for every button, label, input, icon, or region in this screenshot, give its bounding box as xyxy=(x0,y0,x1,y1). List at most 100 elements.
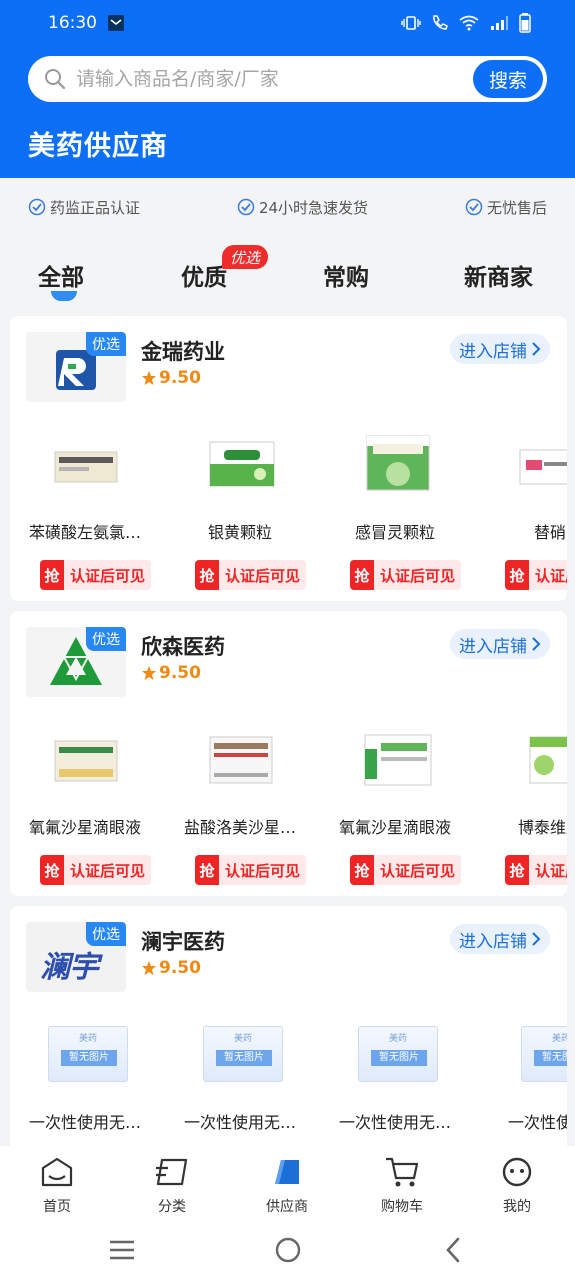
nav-cart[interactable]: 购物车 xyxy=(362,1154,442,1216)
call-icon xyxy=(433,15,448,30)
product-name: 氧氟沙星滴眼液 xyxy=(28,818,141,837)
price-hidden-label: 认证后可见 xyxy=(529,855,567,885)
store-name: 欣森医药 xyxy=(141,635,225,659)
nav-label: 我的 xyxy=(503,1199,531,1215)
star-icon xyxy=(142,371,156,385)
price-gate: 抢 认证后可见 xyxy=(505,855,567,885)
vibrate-icon xyxy=(401,16,421,30)
page-title: 美药供应商 xyxy=(28,131,168,162)
chevron-right-icon xyxy=(532,342,541,356)
grab-tag: 抢 xyxy=(505,560,529,590)
grab-tag: 抢 xyxy=(350,855,374,885)
placeholder-text: 暂无图片 xyxy=(61,1050,117,1066)
battery-icon xyxy=(519,13,531,33)
product-item[interactable]: 美药 暂无图片 一次性使用无… xyxy=(165,1006,315,1146)
placeholder-brand: 美药 xyxy=(78,1034,97,1044)
product-item[interactable]: 苯磺酸左氨氯… 抢 认证后可见 xyxy=(10,416,160,596)
product-item[interactable]: 氧氟沙星滴眼液 抢 认证后可见 xyxy=(320,711,470,891)
store-name: 金瑞药业 xyxy=(141,340,225,364)
tab-quality[interactable]: 优质 xyxy=(181,258,227,292)
product-image xyxy=(529,736,567,784)
nav-home[interactable]: 首页 xyxy=(17,1154,97,1216)
no-image-placeholder: 美药 暂无图片 xyxy=(358,1026,438,1082)
product-image xyxy=(54,740,118,782)
product-item[interactable]: 博泰维康 抢 认证后可见 xyxy=(475,711,567,891)
enter-store-label: 进入店铺 xyxy=(459,341,527,362)
grab-tag: 抢 xyxy=(195,855,219,885)
product-item[interactable]: 美药 暂无图片 一次性使用无… xyxy=(320,1006,470,1146)
guarantee-label: 药监正品认证 xyxy=(50,198,141,217)
no-image-placeholder: 美药 暂无图片 xyxy=(521,1026,567,1082)
grab-tag: 抢 xyxy=(40,855,64,885)
check-shield-icon xyxy=(28,198,46,216)
product-name: 一次性使用无… xyxy=(338,1113,451,1132)
placeholder-text: 暂无图片 xyxy=(371,1050,427,1066)
nav-label: 首页 xyxy=(43,1199,71,1215)
tab-frequent[interactable]: 常购 xyxy=(323,258,369,292)
nav-label: 分类 xyxy=(158,1199,186,1215)
price-gate: 抢 认证后可见 xyxy=(350,855,462,885)
product-name: 银黄颗粒 xyxy=(207,523,272,542)
store-card[interactable]: 澜宇 优选 澜宇医药 9.50 进入店铺 美药 暂无图片 一次性使用无… 美药 … xyxy=(10,906,567,1146)
product-name: 博泰维康 xyxy=(517,818,567,837)
price-hidden-label: 认证后可见 xyxy=(529,560,567,590)
tab-all[interactable]: 全部 xyxy=(38,258,84,292)
product-image xyxy=(366,435,430,491)
signal-icon xyxy=(491,16,508,30)
product-name: 氧氟沙星滴眼液 xyxy=(338,818,451,837)
menu-icon[interactable] xyxy=(108,1236,136,1264)
product-name: 一次性使用无… xyxy=(183,1113,296,1132)
search-bar: 搜索 xyxy=(28,56,547,102)
product-item[interactable]: 银黄颗粒 抢 认证后可见 xyxy=(165,416,315,596)
product-item[interactable]: 替硝 抢 认证后可见 xyxy=(475,416,567,596)
price-gate: 抢 认证后可见 xyxy=(40,855,152,885)
grab-tag: 抢 xyxy=(195,560,219,590)
store-rating: 9.50 xyxy=(141,663,201,683)
guarantee-item: 24小时急速发货 xyxy=(237,197,368,218)
product-name: 替硝 xyxy=(533,523,566,542)
nav-category[interactable]: 分类 xyxy=(132,1154,212,1216)
product-item[interactable]: 氧氟沙星滴眼液 抢 认证后可见 xyxy=(10,711,160,891)
status-bar: 16:30 xyxy=(0,0,575,46)
product-item[interactable]: 美药 暂无图片 一次性使 xyxy=(475,1006,567,1146)
rating-value: 9.50 xyxy=(159,663,201,683)
price-gate: 抢 认证后可见 xyxy=(350,560,462,590)
product-row: 美药 暂无图片 一次性使用无… 美药 暂无图片 一次性使用无… 美药 暂无图片 … xyxy=(10,1006,567,1146)
wifi-icon xyxy=(459,15,479,31)
nav-supplier[interactable]: 供应商 xyxy=(247,1154,327,1216)
notification-icon xyxy=(108,15,124,31)
chevron-right-icon xyxy=(532,932,541,946)
category-icon xyxy=(156,1158,188,1186)
rating-value: 9.50 xyxy=(159,368,201,388)
enter-store-button[interactable]: 进入店铺 xyxy=(450,334,550,364)
product-name: 一次性使 xyxy=(508,1113,567,1132)
nav-label: 供应商 xyxy=(266,1199,308,1215)
pick-tag: 优选 xyxy=(86,627,126,651)
product-name: 苯磺酸左氨氯… xyxy=(28,523,141,542)
back-icon[interactable] xyxy=(440,1236,468,1264)
price-hidden-label: 认证后可见 xyxy=(219,855,307,885)
supplier-icon xyxy=(275,1160,299,1184)
enter-store-button[interactable]: 进入店铺 xyxy=(450,924,550,954)
price-gate: 抢 认证后可见 xyxy=(195,560,307,590)
guarantee-item: 药监正品认证 xyxy=(28,197,140,218)
filter-tabs: 全部 优质 优选 常购 新商家 xyxy=(0,240,575,304)
product-item[interactable]: 感冒灵颗粒 抢 认证后可见 xyxy=(320,416,470,596)
product-item[interactable]: 美药 暂无图片 一次性使用无… xyxy=(10,1006,160,1146)
product-image xyxy=(519,449,567,485)
tab-new-merchants[interactable]: 新商家 xyxy=(464,258,533,292)
price-gate: 抢 认证后可见 xyxy=(505,560,567,590)
price-hidden-label: 认证后可见 xyxy=(374,855,462,885)
search-button[interactable]: 搜索 xyxy=(473,60,543,98)
nav-profile[interactable]: 我的 xyxy=(477,1154,557,1216)
pick-tag: 优选 xyxy=(86,332,126,356)
store-card[interactable]: 优选 金瑞药业 9.50 进入店铺 苯磺酸左氨氯… 抢 认证后可见 银黄颗粒 抢… xyxy=(10,316,567,601)
store-rating: 9.50 xyxy=(141,958,201,978)
search-input[interactable] xyxy=(76,68,473,90)
product-image xyxy=(209,441,275,487)
store-card[interactable]: 优选 欣森医药 9.50 进入店铺 氧氟沙星滴眼液 抢 认证后可见 盐酸洛美沙星… xyxy=(10,611,567,896)
product-name: 感冒灵颗粒 xyxy=(354,523,435,542)
enter-store-button[interactable]: 进入店铺 xyxy=(450,629,550,659)
product-item[interactable]: 盐酸洛美沙星… 抢 认证后可见 xyxy=(165,711,315,891)
home-button-icon[interactable] xyxy=(274,1236,302,1264)
